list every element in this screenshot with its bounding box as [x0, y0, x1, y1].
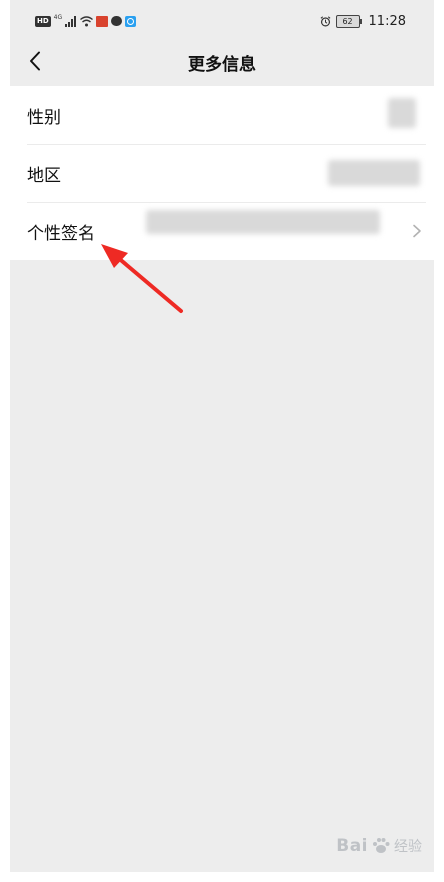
- status-bar: HD 4G 62 11:28: [10, 0, 434, 40]
- watermark-suffix: 经验: [394, 839, 422, 855]
- paw-icon: [373, 838, 390, 853]
- row-region[interactable]: 地区: [10, 144, 434, 202]
- status-left-icons: HD 4G: [35, 14, 137, 28]
- message-icon: [111, 16, 123, 26]
- watermark: Bai 经验: [336, 836, 422, 856]
- chevron-right-icon: [413, 224, 421, 238]
- redacted-region-value: [328, 160, 420, 186]
- alarm-icon: [320, 15, 330, 26]
- wifi-icon: [80, 15, 94, 26]
- redacted-signature-value: [146, 210, 380, 234]
- redacted-gender-value: [388, 98, 416, 128]
- row-label-signature: 个性签名: [27, 223, 95, 244]
- row-signature[interactable]: 个性签名: [10, 202, 434, 260]
- page-title: 更多信息: [188, 55, 256, 75]
- phone-screen: HD 4G 62 11:28 更多信息 性别 地区 个性签名 Bai 经验: [10, 0, 434, 872]
- row-label-region: 地区: [27, 165, 61, 186]
- search-app-icon: [125, 15, 137, 27]
- info-list: 性别 地区 个性签名: [10, 86, 434, 260]
- row-label-gender: 性别: [27, 107, 61, 128]
- status-time: 11:28: [368, 13, 406, 29]
- battery-icon: 62: [335, 14, 362, 28]
- hd-badge: HD: [35, 15, 51, 27]
- status-right-icons: 62 11:28: [320, 13, 406, 29]
- network-type-label: 4G: [53, 14, 63, 21]
- row-gender[interactable]: 性别: [10, 86, 434, 144]
- nav-bar: 更多信息: [10, 40, 434, 84]
- signal-icon: [65, 15, 77, 27]
- watermark-brand: Bai: [336, 836, 368, 856]
- app-notification-icon: [96, 15, 109, 27]
